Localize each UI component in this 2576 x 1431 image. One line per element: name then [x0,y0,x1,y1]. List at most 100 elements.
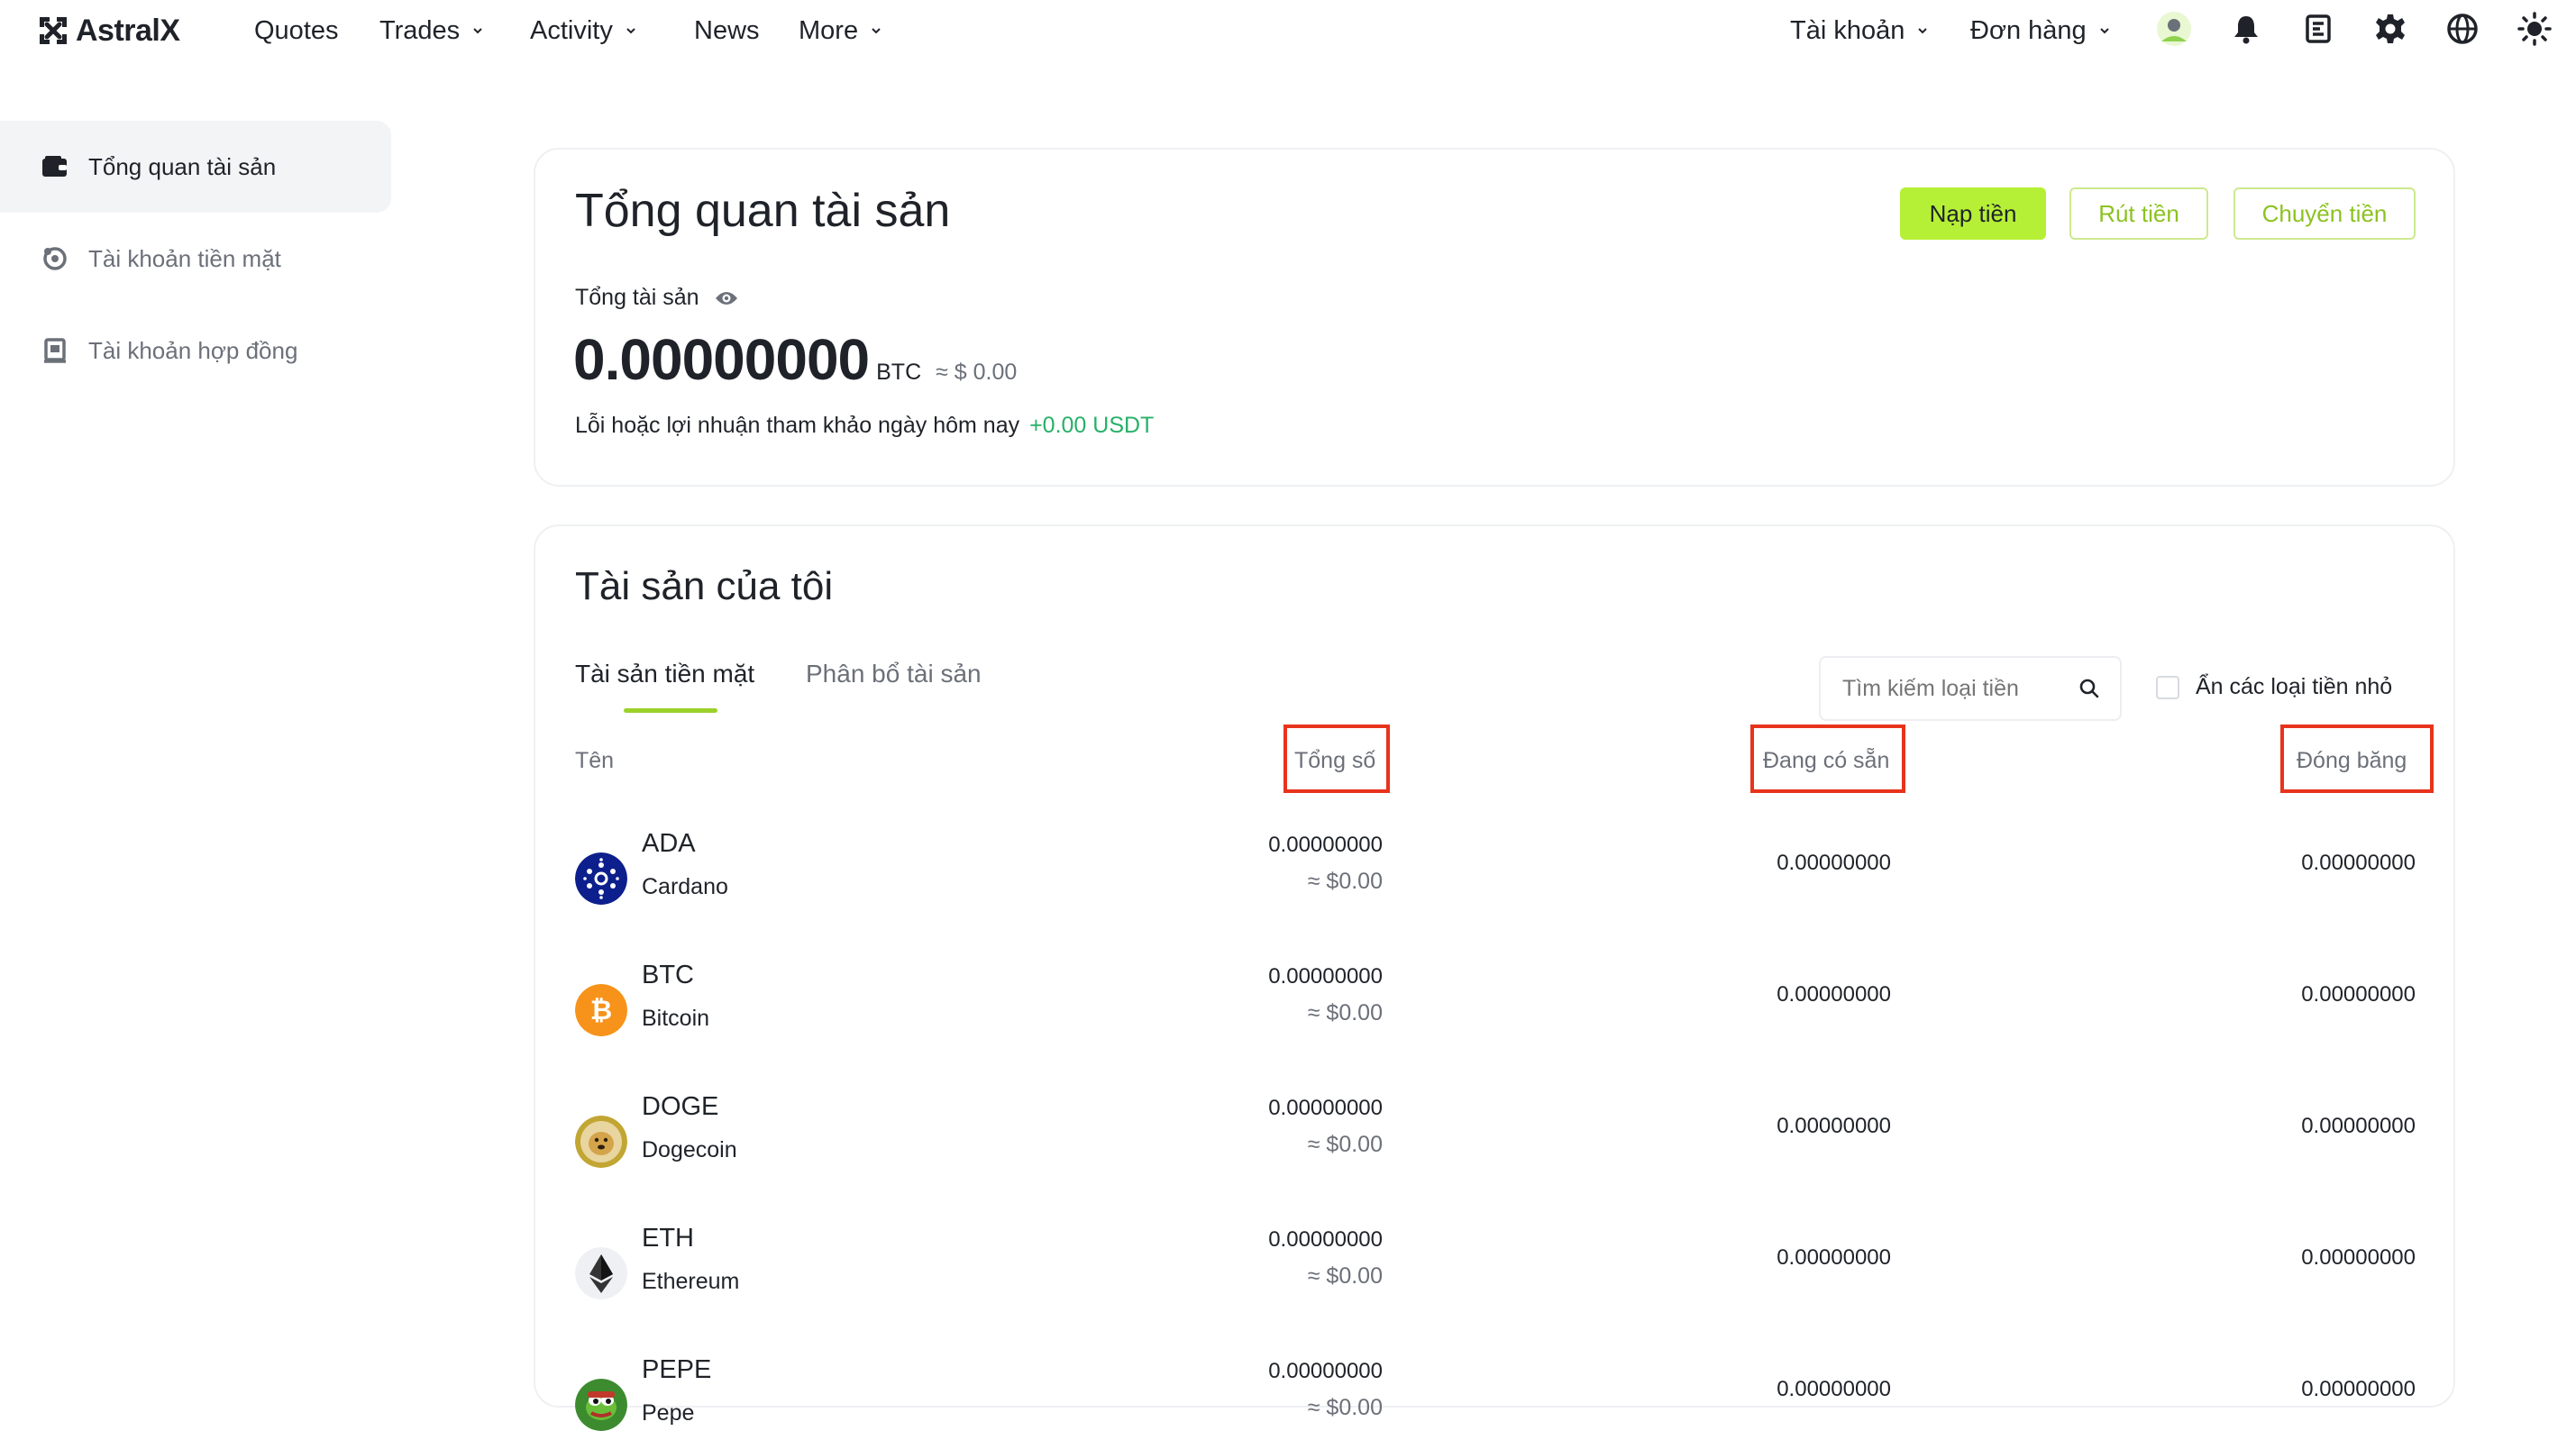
asset-total-usd: ≈ $0.00 [1307,1000,1383,1025]
asset-total-usd: ≈ $0.00 [1307,1132,1383,1157]
asset-frozen: 0.00000000 [2301,851,2416,875]
transfer-button[interactable]: Chuyển tiền [2233,187,2416,240]
column-header-name: Tên [575,748,615,773]
total-balance: 0.00000000 BTC ≈ $ 0.00 [573,326,1017,393]
asset-available: 0.00000000 [1777,851,1891,875]
notification-button[interactable] [2228,11,2264,47]
bell-icon [2234,16,2258,44]
language-button[interactable] [2444,11,2480,47]
asset-name: Bitcoin [642,1006,710,1031]
nav-news[interactable]: News [694,13,760,49]
eth-coin-icon [575,1247,627,1299]
total-balance-unit: BTC [876,360,922,385]
globe-icon [2447,14,2478,44]
sun-icon [2517,12,2552,46]
sidebar-item-label: Tổng quan tài sản [88,152,277,180]
asset-total: 0.00000000 [1268,1096,1383,1120]
total-balance-usd: ≈ $ 0.00 [936,360,1018,385]
sidebar-item-cash-account[interactable]: Tài khoản tiền mặt [0,213,391,305]
pepe-coin-icon [575,1379,627,1431]
highlight-box-available [1750,725,1905,793]
asset-available: 0.00000000 [1777,1245,1891,1270]
tab-label: Phân bổ tài sản [806,660,982,688]
asset-symbol: BTC [642,961,694,989]
nav-activity-label: Activity [530,15,613,45]
active-tab-indicator [624,708,717,713]
nav-quotes-label: Quotes [254,15,339,45]
hide-small-checkbox[interactable] [2156,675,2179,699]
brand-name: AstralX [76,13,180,48]
hide-small-label: Ẩn các loại tiền nhỏ [2196,674,2393,699]
eye-icon [715,291,737,305]
download-app-button[interactable] [2300,11,2336,47]
chevron-down-icon [1918,28,1928,34]
highlight-box-total [1283,725,1390,793]
sidebar-item-overview[interactable]: Tổng quan tài sản [0,121,391,213]
sidebar-item-contract-account[interactable]: Tài khoản hợp đồng [0,305,391,396]
withdraw-button[interactable]: Rút tiền [2069,187,2208,240]
asset-frozen: 0.00000000 [2301,1245,2416,1270]
asset-total-usd: ≈ $0.00 [1307,1395,1383,1420]
tab-cash-assets[interactable]: Tài sản tiền mặt [575,660,754,688]
asset-total: 0.00000000 [1268,1359,1383,1383]
deposit-button[interactable]: Nạp tiền [1900,187,2046,240]
asset-name: Dogecoin [642,1137,737,1162]
page-title: Tổng quan tài sản [575,185,951,237]
asset-total: 0.00000000 [1268,833,1383,857]
btc-coin-icon: ₿ [575,984,627,1036]
tab-asset-allocation[interactable]: Phân bổ tài sản [806,660,982,688]
asset-available: 0.00000000 [1777,1114,1891,1138]
nav-more-label: More [799,15,859,45]
chevron-down-icon [473,28,482,34]
asset-frozen: 0.00000000 [2301,1114,2416,1138]
asset-available: 0.00000000 [1777,1377,1891,1401]
astralx-logo-icon [40,17,67,44]
eye-toggle[interactable] [714,289,739,307]
highlight-box-frozen [2280,725,2434,793]
daily-pnl: Lỗi hoặc lợi nhuận tham khảo ngày hôm na… [575,413,1154,439]
search-icon[interactable] [2078,678,2100,699]
asset-name: Ethereum [642,1269,740,1294]
brand-logo[interactable]: AstralX [36,13,180,49]
total-assets-label: Tổng tài sản [575,285,699,310]
theme-toggle[interactable] [2517,11,2553,47]
nav-activity[interactable]: Activity [530,13,636,49]
download-app-icon [2306,14,2331,43]
chevron-down-icon [626,28,635,34]
asset-total: 0.00000000 [1268,1227,1383,1252]
contract-icon [41,337,69,364]
my-assets-card [534,524,2455,1408]
asset-total-usd: ≈ $0.00 [1307,1263,1383,1289]
nav-account[interactable]: Tài khoản [1790,13,1928,49]
tab-label: Tài sản tiền mặt [575,660,755,688]
nav-news-label: News [694,15,760,45]
hide-small-toggle[interactable]: Ẩn các loại tiền nhỏ [2156,674,2392,700]
nav-more[interactable]: More [799,13,882,49]
total-balance-value: 0.00000000 [573,327,870,392]
asset-total: 0.00000000 [1268,964,1383,989]
asset-frozen: 0.00000000 [2301,1377,2416,1401]
settings-button[interactable] [2372,11,2408,47]
avatar[interactable] [2156,11,2192,47]
asset-frozen: 0.00000000 [2301,982,2416,1007]
sidebar-item-label: Tài khoản tiền mặt [88,244,281,272]
wallet-icon [41,153,69,180]
asset-name: Cardano [642,874,728,899]
my-assets-title: Tài sản của tôi [575,564,834,608]
nav-trades-label: Trades [379,15,461,45]
nav-orders[interactable]: Đơn hàng [1970,13,2110,49]
sidebar-item-label: Tài khoản hợp đồng [88,336,298,364]
total-assets-row: Tổng tài sản [575,285,739,311]
nav-trades[interactable]: Trades [379,13,483,49]
currency-search-input[interactable] [1841,674,2069,703]
nav-quotes[interactable]: Quotes [254,13,339,49]
currency-search[interactable] [1819,656,2122,721]
daily-pnl-label: Lỗi hoặc lợi nhuận tham khảo ngày hôm na… [575,413,1020,438]
asset-name: Pepe [642,1400,695,1426]
nav-orders-label: Đơn hàng [1970,15,2087,45]
cash-icon [41,245,69,272]
asset-total-usd: ≈ $0.00 [1307,869,1383,894]
asset-symbol: DOGE [642,1092,719,1121]
ada-coin-icon [575,852,627,905]
doge-coin-icon [575,1116,627,1168]
